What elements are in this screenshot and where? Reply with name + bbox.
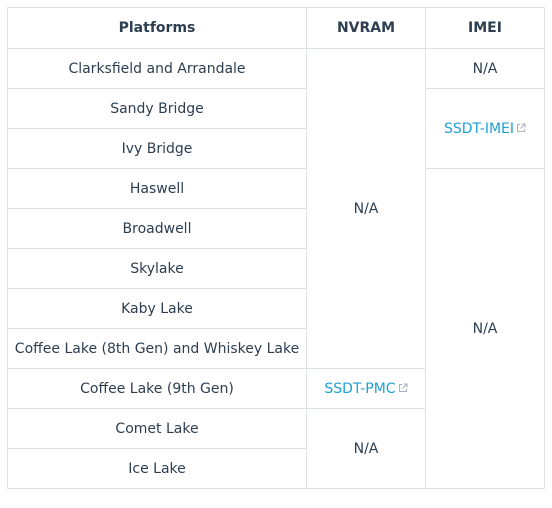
header-platforms: Platforms [7,7,307,49]
nvram-cell: SSDT-PMC [306,368,426,409]
imei-cell: N/A [425,168,545,489]
platform-cell: Coffee Lake (9th Gen) [7,368,307,409]
header-nvram: NVRAM [306,7,426,49]
platform-cell: Clarksfield and Arrandale [7,48,307,89]
platform-cell: Sandy Bridge [7,88,307,129]
table-row: Clarksfield and Arrandale N/A N/A [7,48,545,369]
platform-cell: Broadwell [7,208,307,249]
ssdt-imei-link[interactable]: SSDT-IMEI [444,121,526,137]
ssdt-imei-label: SSDT-IMEI [443,120,515,137]
platform-cell: Skylake [7,248,307,289]
imei-cell: SSDT-IMEI [425,88,545,169]
platform-cell: Ivy Bridge [7,128,307,169]
platform-ssdt-table: Platforms NVRAM IMEI Clarksfield and Arr… [7,7,545,489]
nvram-cell: N/A [306,408,426,489]
platform-cell: Comet Lake [7,408,307,449]
platform-cell: Kaby Lake [7,288,307,329]
external-link-icon [516,123,526,133]
external-link-icon [398,383,408,393]
ssdt-pmc-label: SSDT-PMC [324,380,396,397]
table-row: Sandy Bridge SSDT-IMEI [7,88,545,169]
imei-cell: N/A [425,48,545,89]
platform-cell: Coffee Lake (8th Gen) and Whiskey Lake [7,328,307,369]
nvram-cell: N/A [306,48,426,369]
table-header-row: Platforms NVRAM IMEI [7,7,545,49]
ssdt-pmc-link[interactable]: SSDT-PMC [324,380,408,397]
platform-cell: Haswell [7,168,307,209]
header-imei: IMEI [425,7,545,49]
platform-cell: Ice Lake [7,448,307,489]
table-row: Haswell N/A [7,168,545,489]
